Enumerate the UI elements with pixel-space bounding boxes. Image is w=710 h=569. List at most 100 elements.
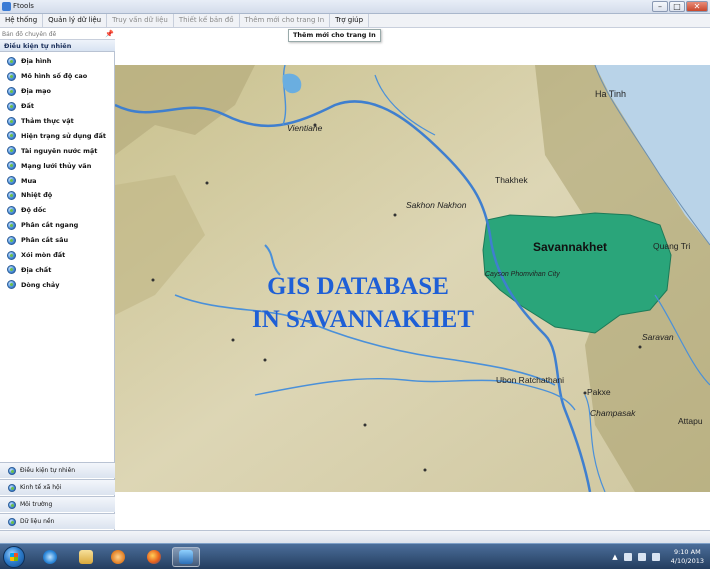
town-marker: [423, 468, 427, 472]
firefox-icon[interactable]: [140, 547, 168, 567]
internet-explorer-icon[interactable]: [36, 547, 64, 567]
globe-icon: [8, 500, 16, 509]
label-saravan: Saravan: [642, 332, 674, 342]
label-ubon: Ubon Ratchathani: [496, 375, 564, 385]
layer-item[interactable]: Xói mòn đất: [0, 248, 115, 263]
ie-glyph: [43, 550, 57, 564]
layer-item[interactable]: Dòng chảy: [0, 277, 115, 292]
sidebar: 📌 Điều kiện tự nhiên Địa hình Mô hình số…: [0, 28, 115, 530]
folder-glyph: [79, 550, 93, 564]
layer-label: Đất: [21, 102, 34, 111]
layer-item[interactable]: Địa hình: [0, 54, 115, 69]
globe-icon: [7, 146, 16, 156]
menu-truy-van-du-lieu[interactable]: Truy vấn dữ liệu: [107, 14, 174, 27]
globe-icon: [8, 483, 16, 492]
menu-them-moi-trang-in[interactable]: Thêm mới cho trang In: [240, 14, 331, 27]
label-ha-tinh: Ha Tinh: [595, 89, 626, 99]
layer-item[interactable]: Phân cắt ngang: [0, 218, 115, 233]
globe-icon: [7, 86, 16, 96]
globe-icon: [7, 235, 16, 245]
nav-group-kinh-te-xa-hoi[interactable]: Kinh tế xã hội: [0, 479, 115, 495]
globe-icon: [7, 131, 16, 141]
nav-label: Dữ liệu nền: [20, 518, 55, 525]
layer-label: Dòng chảy: [21, 280, 60, 289]
layer-label: Tài nguyên nước mặt: [21, 146, 98, 155]
window-title: Ftools: [13, 2, 34, 10]
menu-quan-ly-du-lieu[interactable]: Quản lý dữ liệu: [43, 14, 108, 27]
label-quang-tri: Quang Tri: [653, 241, 690, 251]
map-view[interactable]: Ha Tinh Vientiane Thakhek Sakhon Nakhon …: [115, 65, 710, 492]
globe-icon: [8, 466, 16, 475]
layer-label: Mô hình số độ cao: [21, 72, 88, 81]
nav-label: Kinh tế xã hội: [20, 484, 62, 491]
search-input[interactable]: [2, 29, 102, 39]
map-canvas: Ha Tinh Vientiane Thakhek Sakhon Nakhon …: [115, 65, 710, 492]
label-attapu: Attapu: [678, 416, 703, 426]
menu-tro-giup[interactable]: Trợ giúp: [330, 14, 370, 27]
town-marker: [363, 423, 367, 427]
town-marker: [638, 345, 642, 349]
layer-label: Hiện trạng sử dụng đất: [21, 131, 106, 140]
network-icon[interactable]: [637, 553, 646, 561]
layer-item[interactable]: Phân cắt sâu: [0, 233, 115, 248]
menu-he-thong[interactable]: Hệ thống: [0, 14, 44, 27]
menu-tooltip: Thêm mới cho trang In: [288, 29, 381, 42]
flag-icon[interactable]: [623, 553, 632, 561]
town-marker: [205, 181, 209, 185]
layer-item[interactable]: Thảm thực vật: [0, 114, 115, 129]
label-sakhon-nakhon: Sakhon Nakhon: [406, 200, 467, 210]
layer-item[interactable]: Mô hình số độ cao: [0, 69, 115, 84]
section-header[interactable]: Điều kiện tự nhiên: [0, 40, 115, 52]
layer-item[interactable]: Đất: [0, 99, 115, 114]
nav-group-du-lieu-nen[interactable]: Dữ liệu nền: [0, 513, 115, 529]
search-row: 📌: [0, 28, 115, 40]
globe-icon: [7, 205, 16, 215]
tray-expand-icon[interactable]: ▲: [612, 553, 617, 561]
system-tray: ▲ 9:10 AM 4/10/2013: [612, 546, 704, 568]
window-controls: – □ ✕: [651, 1, 708, 13]
ftools-glyph: [179, 550, 193, 564]
ftools-app-icon[interactable]: [172, 547, 200, 567]
file-explorer-icon[interactable]: [72, 547, 100, 567]
layer-label: Nhiệt độ: [21, 191, 53, 200]
label-champasak: Champasak: [590, 408, 636, 418]
menu-thiet-ke-ban-do[interactable]: Thiết kế bản đồ: [174, 14, 240, 27]
nav-label: Điều kiện tự nhiên: [20, 467, 76, 474]
globe-icon: [7, 176, 16, 186]
label-kayson: Cayson Phomvihan City: [485, 271, 560, 278]
minimize-button[interactable]: –: [652, 1, 668, 12]
nav-group-dieu-kien-tu-nhien[interactable]: Điều kiện tự nhiên: [0, 462, 115, 478]
menu-bar: Hệ thống Quản lý dữ liệu Truy vấn dữ liệ…: [0, 14, 710, 28]
status-bar: [0, 530, 710, 543]
layer-item[interactable]: Hiện trạng sử dụng đất: [0, 128, 115, 143]
nav-group-moi-truong[interactable]: Môi trường: [0, 496, 115, 512]
globe-icon: [8, 517, 16, 526]
pin-icon[interactable]: 📌: [105, 30, 114, 38]
clock[interactable]: 9:10 AM 4/10/2013: [671, 548, 704, 566]
close-button[interactable]: ✕: [686, 1, 708, 12]
globe-icon: [7, 220, 16, 230]
firefox-glyph: [147, 550, 161, 564]
layer-item[interactable]: Mưa: [0, 173, 115, 188]
layer-label: Địa hình: [21, 57, 52, 66]
map-title-line1: GIS DATABASE: [267, 273, 449, 300]
layer-item[interactable]: Độ dốc: [0, 203, 115, 218]
media-player-icon[interactable]: [104, 547, 132, 567]
layer-item[interactable]: Địa chất: [0, 262, 115, 277]
map-title-line2: IN SAVANNAKHET: [252, 306, 474, 333]
layer-item[interactable]: Địa mạo: [0, 84, 115, 99]
globe-icon: [7, 280, 16, 290]
maximize-button[interactable]: □: [669, 1, 685, 12]
layer-item[interactable]: Nhiệt độ: [0, 188, 115, 203]
layer-item[interactable]: Tài nguyên nước mặt: [0, 143, 115, 158]
label-vientiane: Vientiane: [287, 123, 323, 133]
label-thakhek: Thakhek: [495, 175, 528, 185]
windows-start-icon[interactable]: [3, 546, 25, 568]
clock-date: 4/10/2013: [670, 557, 704, 565]
media-glyph: [111, 550, 125, 564]
layer-item[interactable]: Mạng lưới thủy văn: [0, 158, 115, 173]
nav-label: Môi trường: [20, 501, 53, 508]
layer-label: Địa chất: [21, 265, 52, 274]
label-savannakhet: Savannakhet: [533, 240, 607, 254]
volume-icon[interactable]: [651, 553, 660, 561]
